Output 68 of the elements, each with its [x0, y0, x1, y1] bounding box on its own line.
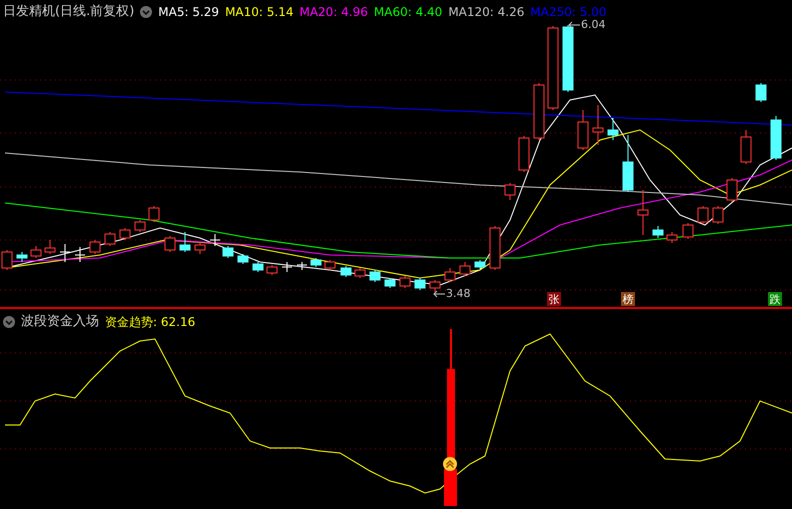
candlestick: [534, 82, 544, 140]
low-price-label: 3.48: [446, 286, 470, 302]
candlestick: [354, 268, 366, 278]
candlestick: [74, 246, 86, 262]
signal-badge: 张: [547, 292, 561, 306]
candlestick: [504, 182, 516, 200]
indicator-legend: 资金趋势: 62.16: [105, 312, 196, 331]
moving-average-legend: MA10: 5.14: [225, 2, 294, 21]
moving-average-legend: MA5: 5.29: [158, 2, 220, 21]
candlestick: [592, 104, 604, 146]
candlestick: [60, 244, 70, 262]
candlestick: [210, 234, 220, 246]
indicator-title: 波段资金入场: [21, 313, 99, 331]
candlestick: [180, 232, 190, 252]
candlestick: [222, 246, 234, 258]
candlestick: [698, 206, 708, 224]
candlestick: [578, 110, 588, 150]
candlestick: [30, 246, 42, 258]
candlestick: [90, 240, 100, 254]
candlestick: [266, 264, 278, 276]
candlestick: [414, 278, 426, 290]
signal-badge: 榜: [621, 292, 635, 306]
candlestick: [518, 136, 530, 172]
candlestick: [340, 266, 352, 278]
candlestick: [134, 220, 146, 232]
candlestick: [370, 270, 380, 282]
candlestick: [282, 262, 292, 272]
candlestick: [712, 206, 724, 224]
candlestick: [622, 134, 634, 192]
candlestick: [770, 116, 782, 160]
candlestick: [296, 262, 308, 270]
double-chevron-up-icon: [443, 457, 457, 471]
candlestick: [400, 276, 410, 288]
candlestick: [638, 190, 648, 236]
candlestick: [16, 252, 28, 262]
chart-title: 日发精机(日线.前复权): [3, 3, 134, 21]
candlestick: [652, 226, 664, 238]
candlestick: [164, 236, 176, 252]
candlestick: [756, 82, 766, 102]
candlestick: [310, 258, 322, 268]
candlestick: [726, 178, 738, 202]
moving-average-legend: MA20: 4.96: [299, 2, 368, 21]
candlestick: [490, 226, 500, 270]
candlestick: [430, 280, 440, 292]
candlestick: [238, 254, 248, 264]
candlestick: [324, 260, 336, 270]
signal-badge: 跌: [768, 292, 782, 306]
left-arrow-icon: [433, 290, 445, 298]
candlestick: [444, 268, 456, 282]
candlestick: [148, 206, 160, 222]
candlestick: [682, 222, 694, 240]
candlestick: [608, 118, 618, 140]
moving-average-legend: MA60: 4.40: [374, 2, 442, 21]
candlestick: [252, 262, 264, 272]
candlestick: [120, 228, 130, 240]
moving-average-legend: MA120: 4.26: [448, 2, 524, 21]
candlestick: [562, 24, 574, 92]
candlestick: [194, 242, 206, 254]
candlestick: [104, 232, 116, 246]
candlestick: [474, 260, 486, 270]
left-arrow-icon: [568, 21, 580, 30]
candlestick: [740, 130, 752, 164]
candlestick: [44, 240, 56, 254]
candlestick: [666, 232, 678, 244]
chevron-down-icon[interactable]: [3, 316, 15, 328]
candlestick: [384, 278, 396, 288]
candlestick: [460, 262, 470, 276]
chevron-down-icon[interactable]: [140, 6, 152, 18]
